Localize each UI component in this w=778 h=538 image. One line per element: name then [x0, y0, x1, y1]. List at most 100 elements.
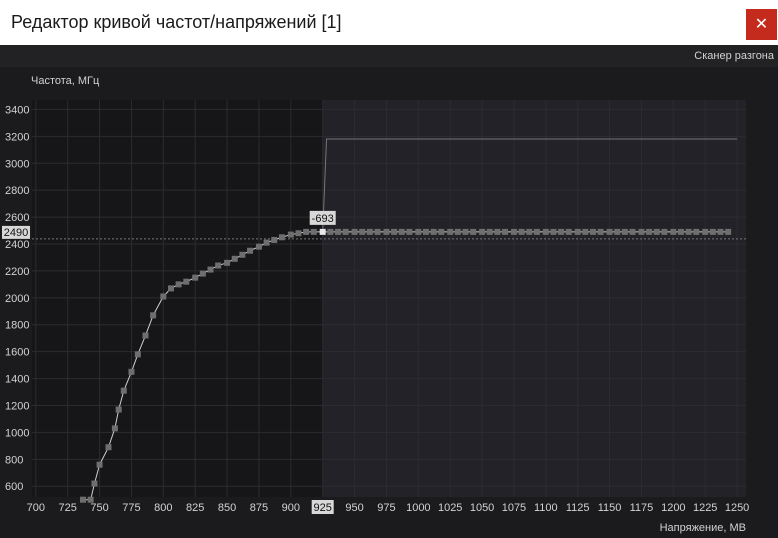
- x-tick-label: 850: [218, 502, 236, 514]
- x-tick-label: 1125: [566, 502, 590, 514]
- y-tick-label: 2000: [5, 293, 29, 305]
- curve-point[interactable]: [590, 228, 596, 235]
- curve-point[interactable]: [693, 228, 700, 235]
- curve-point[interactable]: [271, 236, 278, 243]
- curve-point[interactable]: [670, 228, 677, 235]
- curve-point[interactable]: [415, 228, 422, 235]
- vf-curve-chart[interactable]: 700 725 750 775 800 825 850 875 900 950 975 1000 102…: [0, 67, 778, 538]
- y-tick-label: 2800: [5, 185, 29, 197]
- curve-point[interactable]: [574, 228, 581, 235]
- curve-point[interactable]: [134, 351, 141, 358]
- curve-point[interactable]: [542, 228, 549, 235]
- curve-point[interactable]: [310, 228, 317, 235]
- curve-point[interactable]: [359, 228, 366, 235]
- curve-point[interactable]: [565, 228, 572, 235]
- curve-point[interactable]: [87, 496, 94, 503]
- curve-point[interactable]: [422, 228, 429, 235]
- curve-point[interactable]: [510, 228, 517, 235]
- selected-curve-point[interactable]: [319, 228, 326, 235]
- curve-point[interactable]: [646, 228, 653, 235]
- curve-point[interactable]: [167, 285, 174, 292]
- curve-point[interactable]: [207, 266, 214, 273]
- curve-point[interactable]: [709, 228, 716, 235]
- curve-point[interactable]: [105, 444, 112, 451]
- x-tick-label: 1075: [502, 502, 526, 514]
- curve-point[interactable]: [653, 228, 660, 235]
- curve-point[interactable]: [199, 270, 206, 277]
- curve-point[interactable]: [224, 259, 231, 266]
- curve-point[interactable]: [677, 228, 684, 235]
- curve-point[interactable]: [175, 281, 182, 288]
- curve-point[interactable]: [614, 228, 621, 235]
- curve-point[interactable]: [502, 228, 509, 235]
- curve-point[interactable]: [150, 312, 157, 319]
- x-tick-label: 700: [27, 502, 45, 514]
- curve-point[interactable]: [91, 480, 98, 487]
- curve-point[interactable]: [303, 228, 310, 235]
- curve-point[interactable]: [215, 262, 222, 269]
- curve-point[interactable]: [638, 228, 645, 235]
- curve-point[interactable]: [533, 228, 540, 235]
- x-tick-label: 775: [122, 502, 140, 514]
- curve-point[interactable]: [278, 234, 285, 241]
- curve-point[interactable]: [366, 228, 373, 235]
- curve-point[interactable]: [383, 228, 390, 235]
- curve-point[interactable]: [80, 496, 86, 503]
- curve-point[interactable]: [335, 228, 341, 235]
- curve-point[interactable]: [621, 228, 628, 235]
- curve-point[interactable]: [629, 228, 636, 235]
- curve-point[interactable]: [351, 228, 358, 235]
- curve-point[interactable]: [462, 228, 469, 235]
- curve-point[interactable]: [111, 425, 118, 432]
- curve-point[interactable]: [295, 230, 302, 237]
- curve-point[interactable]: [685, 228, 692, 235]
- curve-point[interactable]: [717, 228, 724, 235]
- curve-point[interactable]: [128, 368, 135, 375]
- curve-point[interactable]: [374, 228, 381, 235]
- curve-point[interactable]: [183, 278, 190, 285]
- curve-point[interactable]: [479, 228, 486, 235]
- x-tick-label: 1200: [661, 502, 685, 514]
- x-axis-label: Напряжение, МВ: [660, 522, 746, 534]
- curve-point[interactable]: [558, 228, 565, 235]
- curve-point[interactable]: [447, 228, 454, 235]
- curve-point[interactable]: [247, 247, 254, 254]
- curve-point[interactable]: [327, 228, 334, 235]
- curve-point[interactable]: [398, 228, 405, 235]
- curve-point[interactable]: [192, 274, 199, 281]
- curve-point[interactable]: [606, 228, 613, 235]
- curve-point[interactable]: [120, 387, 127, 394]
- curve-point[interactable]: [597, 228, 604, 235]
- y-tick-label: 2400: [5, 239, 29, 251]
- oc-scanner-button[interactable]: Сканер разгона: [694, 50, 774, 62]
- curve-point[interactable]: [438, 228, 445, 235]
- close-button[interactable]: ✕: [746, 9, 777, 40]
- curve-point[interactable]: [454, 228, 461, 235]
- curve-point[interactable]: [486, 228, 493, 235]
- curve-point[interactable]: [406, 228, 413, 235]
- curve-point[interactable]: [702, 228, 709, 235]
- curve-point[interactable]: [342, 228, 349, 235]
- y-tick-label: 3000: [5, 158, 29, 170]
- curve-point[interactable]: [391, 228, 398, 235]
- curve-point[interactable]: [287, 231, 294, 238]
- curve-point[interactable]: [263, 239, 270, 246]
- curve-point[interactable]: [231, 255, 238, 262]
- curve-point[interactable]: [96, 461, 103, 468]
- curve-point[interactable]: [239, 251, 246, 258]
- curve-point[interactable]: [255, 243, 262, 250]
- curve-point[interactable]: [550, 228, 557, 235]
- curve-point[interactable]: [430, 228, 437, 235]
- curve-point[interactable]: [115, 406, 122, 413]
- curve-point[interactable]: [661, 228, 668, 235]
- curve-point[interactable]: [470, 228, 477, 235]
- offset-label: -693: [312, 213, 334, 225]
- curve-point[interactable]: [526, 228, 533, 235]
- y-tick-label: 1800: [5, 320, 29, 332]
- curve-point[interactable]: [494, 228, 501, 235]
- curve-point[interactable]: [142, 332, 149, 339]
- curve-point[interactable]: [518, 228, 525, 235]
- curve-point[interactable]: [160, 293, 167, 300]
- curve-point[interactable]: [582, 228, 589, 235]
- curve-point[interactable]: [725, 228, 732, 235]
